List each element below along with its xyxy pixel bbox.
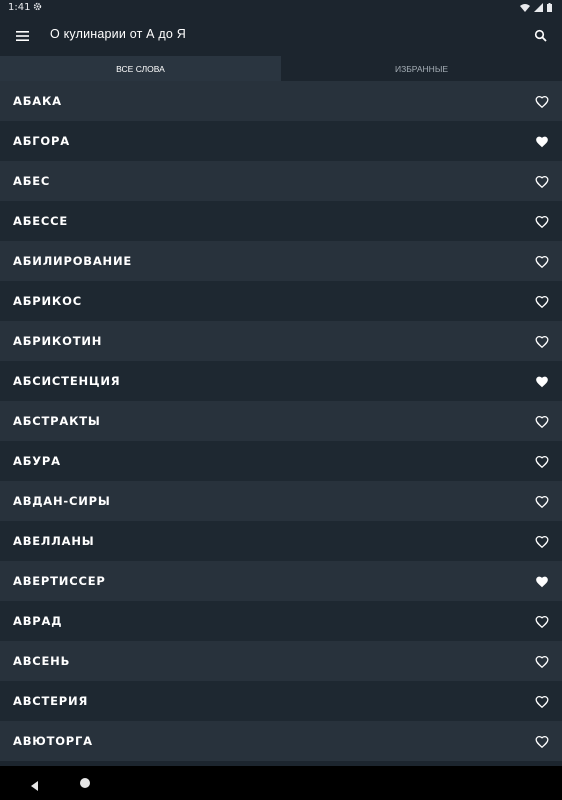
heart-outline-icon[interactable] [535, 694, 549, 708]
heart-outline-icon[interactable] [535, 174, 549, 188]
status-time: 1:41 [8, 2, 31, 13]
word-label: АБРИКОС [13, 294, 82, 308]
list-item[interactable]: АВСТЕРИЯ [0, 681, 562, 721]
word-label: АБАКА [13, 94, 62, 108]
word-label: АБГОРА [13, 134, 70, 148]
word-label: АБСТРАКТЫ [13, 414, 101, 428]
word-label: АБИЛИРОВАНИЕ [13, 254, 133, 268]
hamburger-menu-icon[interactable] [16, 28, 30, 42]
word-label: АБРИКОТИН [13, 334, 103, 348]
app-bar: О кулинарии от А до Я [0, 16, 562, 56]
list-item[interactable]: АБРИКОС [0, 281, 562, 321]
heart-outline-icon[interactable] [535, 494, 549, 508]
word-label: АВЮТОРГА [13, 734, 93, 748]
heart-outline-icon[interactable] [535, 734, 549, 748]
navigation-bar [0, 766, 562, 800]
heart-outline-icon[interactable] [535, 454, 549, 468]
tab-favorites[interactable]: ИЗБРАННЫЕ [281, 56, 562, 82]
word-label: АВЕРТИССЕР [13, 574, 106, 588]
page-title: О кулинарии от А до Я [50, 27, 186, 41]
list-item[interactable]: АБИЛИРОВАНИЕ [0, 241, 562, 281]
list-item[interactable]: АБРИКОТИН [0, 321, 562, 361]
heart-outline-icon[interactable] [535, 534, 549, 548]
back-icon[interactable] [29, 777, 41, 791]
heart-filled-icon[interactable] [535, 574, 549, 588]
list-item[interactable]: АБСТРАКТЫ [0, 401, 562, 441]
list-item[interactable]: АВЕЛЛАНЫ [0, 521, 562, 561]
battery-icon [547, 3, 552, 12]
search-icon[interactable] [534, 28, 548, 42]
word-label: АБУРА [13, 454, 61, 468]
list-item[interactable]: АВРАД [0, 601, 562, 641]
list-item[interactable]: АВСЕНЬ [0, 641, 562, 681]
list-item[interactable]: АБСИСТЕНЦИЯ [0, 361, 562, 401]
word-label: АВДАН-СИРЫ [13, 494, 111, 508]
status-icons [520, 3, 552, 12]
tab-bar: ВСЕ СЛОВА ИЗБРАННЫЕ [0, 56, 562, 82]
heart-outline-icon[interactable] [535, 334, 549, 348]
list-item[interactable]: АБУРА [0, 441, 562, 481]
list-item[interactable]: АБГОРА [0, 121, 562, 161]
word-label: АВЕЛЛАНЫ [13, 534, 95, 548]
list-item[interactable]: АВЕРТИССЕР [0, 561, 562, 601]
wifi-icon [520, 4, 530, 12]
word-label: АБСИСТЕНЦИЯ [13, 374, 121, 388]
heart-outline-icon[interactable] [535, 254, 549, 268]
heart-filled-icon[interactable] [535, 374, 549, 388]
list-item[interactable]: АВДАН-СИРЫ [0, 481, 562, 521]
word-label: АБЕССЕ [13, 214, 69, 228]
list-item[interactable]: АВЮТОРГА [0, 721, 562, 761]
heart-outline-icon[interactable] [535, 294, 549, 308]
heart-outline-icon[interactable] [535, 214, 549, 228]
heart-outline-icon[interactable] [535, 654, 549, 668]
heart-outline-icon[interactable] [535, 94, 549, 108]
list-item[interactable]: АБЕССЕ [0, 201, 562, 241]
list-item[interactable]: АБАКА [0, 81, 562, 121]
tab-all-words[interactable]: ВСЕ СЛОВА [0, 56, 281, 82]
word-label: АВСТЕРИЯ [13, 694, 89, 708]
word-list: АБАКА АБГОРА АБЕС АБЕССЕ АБИЛИРОВАНИЕ АБРИКОС… [0, 81, 562, 766]
word-label: АБЕС [13, 174, 51, 188]
heart-filled-icon[interactable] [535, 134, 549, 148]
word-label: АВРАД [13, 614, 63, 628]
gear-icon [33, 2, 42, 14]
list-item[interactable]: АБЕС [0, 161, 562, 201]
word-label: АВСЕНЬ [13, 654, 71, 668]
heart-outline-icon[interactable] [535, 414, 549, 428]
status-bar: 1:41 [0, 0, 562, 16]
heart-outline-icon[interactable] [535, 614, 549, 628]
signal-icon [534, 3, 543, 12]
home-icon[interactable] [80, 778, 90, 788]
